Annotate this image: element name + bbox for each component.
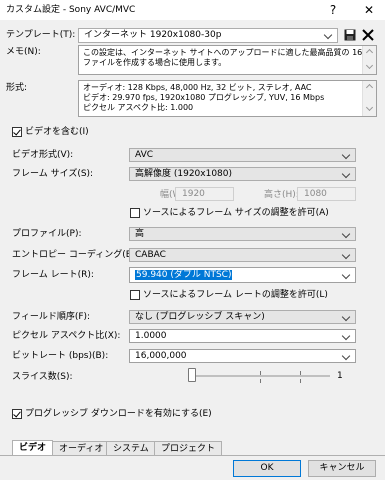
slices-value: 1 — [337, 371, 343, 381]
scroll-down-icon — [365, 103, 374, 112]
progressive-download-label: プログレッシブ ダウンロードを有効にする(E) — [25, 409, 212, 419]
pixel-aspect-label: ピクセル アスペクト比(X): — [12, 331, 121, 341]
height-label: 高さ(H): — [264, 190, 299, 200]
help-button[interactable]: ? — [322, 1, 344, 19]
close-button[interactable]: ✕ — [358, 1, 380, 19]
frame-rate-value: 59.940 (ダブル NTSC) — [135, 270, 233, 280]
memo-textarea[interactable]: この設定は、インターネット サイトへのアップロードに適した最高品質の 16:9 … — [78, 45, 377, 75]
scroll-down-icon — [365, 61, 374, 70]
video-format-label: ビデオ形式(V): — [12, 150, 74, 160]
field-order-value: なし (プログレッシブ スキャン) — [135, 312, 265, 322]
tab-system[interactable]: システム — [106, 441, 156, 455]
allow-frame-size-checkbox[interactable] — [130, 208, 140, 218]
ok-button[interactable]: OK — [233, 460, 301, 477]
height-field[interactable]: 1080 — [297, 187, 356, 201]
progressive-download-checkbox[interactable] — [12, 409, 22, 419]
entropy-value: CABAC — [135, 250, 166, 260]
chevron-down-icon — [341, 331, 351, 341]
window-title: カスタム設定 - Sony AVC/MVC — [6, 5, 136, 15]
pixel-aspect-value: 1.0000 — [135, 331, 167, 341]
video-format-select[interactable]: AVC — [129, 148, 356, 162]
frame-size-select[interactable]: 高解像度 (1920x1080) — [129, 167, 356, 181]
slider-tick — [300, 371, 301, 375]
delete-icon[interactable] — [362, 29, 374, 41]
frame-rate-label: フレーム レート(R): — [12, 270, 94, 280]
chevron-down-icon — [341, 169, 351, 179]
slider-tick — [260, 379, 261, 383]
tab-audio[interactable]: オーディオ — [52, 441, 111, 455]
save-icon[interactable] — [344, 29, 356, 41]
format-textarea[interactable]: オーディオ: 128 Kbps, 48,000 Hz, 32 ビット, ステレオ… — [78, 80, 377, 117]
template-value: インターネット 1920x1080-30p — [84, 30, 222, 40]
tab-video[interactable]: ビデオ — [12, 440, 54, 455]
memo-line-2: ファイルを作成する場合に使用します。 — [83, 58, 227, 67]
scroll-up-icon — [365, 48, 374, 57]
profile-value: 高 — [135, 229, 145, 239]
video-format-value: AVC — [135, 150, 154, 160]
scroll-up-icon — [365, 83, 374, 92]
template-label: テンプレート(T): — [6, 30, 76, 40]
chevron-down-icon — [341, 351, 351, 361]
pixel-aspect-combobox[interactable]: 1.0000 — [129, 329, 356, 343]
bitrate-value: 16,000,000 — [135, 351, 187, 361]
frame-rate-combobox[interactable]: 59.940 (ダブル NTSC) — [129, 267, 356, 283]
width-field[interactable]: 1920 — [175, 187, 234, 201]
allow-frame-rate-label: ソースによるフレーム レートの調整を許可(L) — [143, 290, 328, 300]
format-line-2: ビデオ: 29.970 fps, 1920x1080 プログレッシブ, YUV,… — [83, 93, 325, 102]
allow-frame-size-label: ソースによるフレーム サイズの調整を許可(A) — [143, 208, 329, 218]
profile-select[interactable]: 高 — [129, 227, 356, 241]
format-label: 形式: — [6, 83, 28, 93]
entropy-label: エントロピー コーディング(E): — [12, 250, 138, 260]
slices-slider-track[interactable] — [190, 375, 330, 377]
include-video-checkbox[interactable] — [12, 127, 22, 137]
cancel-button[interactable]: キャンセル — [308, 460, 376, 477]
frame-size-label: フレーム サイズ(S): — [12, 169, 94, 179]
allow-frame-rate-checkbox[interactable] — [130, 290, 140, 300]
entropy-select[interactable]: CABAC — [129, 248, 356, 262]
format-scrollbar[interactable] — [362, 81, 376, 116]
tab-project[interactable]: プロジェクト — [154, 441, 223, 455]
memo-line-1: この設定は、インターネット サイトへのアップロードに適した最高品質の 16:9 — [83, 48, 371, 57]
bitrate-combobox[interactable]: 16,000,000 — [129, 349, 356, 363]
memo-scrollbar[interactable] — [362, 46, 376, 74]
format-line-1: オーディオ: 128 Kbps, 48,000 Hz, 32 ビット, ステレオ… — [83, 83, 312, 92]
bitrate-label: ビットレート (bps)(B): — [12, 351, 109, 361]
chevron-down-icon — [341, 229, 351, 239]
chevron-down-icon — [341, 312, 351, 322]
chevron-down-icon — [323, 30, 333, 40]
format-line-3: ピクセル アスペクト比: 1.000 — [83, 103, 194, 112]
slices-label: スライス数(S): — [12, 372, 73, 382]
title-bar: カスタム設定 - Sony AVC/MVC ? ✕ — [0, 0, 385, 20]
chevron-down-icon — [341, 270, 351, 280]
template-select[interactable]: インターネット 1920x1080-30p — [78, 28, 338, 43]
chevron-down-icon — [341, 150, 351, 160]
chevron-down-icon — [341, 250, 351, 260]
memo-label: メモ(N): — [6, 47, 41, 57]
field-order-label: フィールド順序(F): — [12, 312, 91, 322]
profile-label: プロファイル(P): — [12, 229, 82, 239]
slices-slider-thumb[interactable] — [188, 368, 196, 382]
include-video-label: ビデオを含む(I) — [25, 127, 89, 137]
slider-tick — [260, 371, 261, 375]
slider-tick — [300, 379, 301, 383]
frame-size-value: 高解像度 (1920x1080) — [135, 169, 233, 179]
field-order-select[interactable]: なし (プログレッシブ スキャン) — [129, 310, 356, 324]
